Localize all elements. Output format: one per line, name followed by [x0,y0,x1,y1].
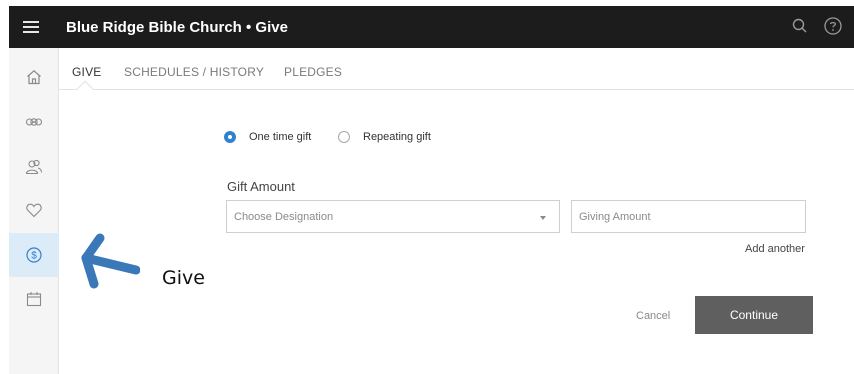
one-time-gift-radio[interactable]: One time gift [224,131,311,143]
tab-give[interactable]: GIVE [72,65,101,79]
cancel-button[interactable]: Cancel [636,310,670,322]
heart-icon [26,203,42,218]
tab-pledges[interactable]: PLEDGES [284,65,342,79]
giving-amount-input[interactable] [571,200,806,233]
sidebar-item-people[interactable] [9,145,59,189]
repeating-gift-label: Repeating gift [363,131,431,143]
tab-schedules-history[interactable]: SCHEDULES / HISTORY [124,65,264,79]
tab-bar: GIVE SCHEDULES / HISTORY PLEDGES [59,48,854,98]
home-icon [27,70,41,85]
designation-select[interactable]: Choose Designation [226,200,560,233]
help-icon[interactable] [823,16,843,36]
repeating-gift-radio[interactable]: Repeating gift [338,131,431,143]
gift-amount-label: Gift Amount [227,179,295,194]
sidebar-item-heart[interactable] [9,188,59,232]
svg-text:$: $ [31,251,37,262]
calendar-icon [26,292,42,307]
active-tab-indicator [76,80,94,98]
radio-checked-icon [224,131,236,143]
page-title: Blue Ridge Bible Church • Give [66,19,288,36]
one-time-gift-label: One time gift [249,131,312,143]
top-bar: Blue Ridge Bible Church • Give [9,6,854,48]
groups-icon [25,118,43,126]
sidebar-item-give[interactable]: $ [9,233,59,277]
sidebar-item-home[interactable] [9,55,59,99]
search-icon[interactable] [790,16,810,36]
annotation-arrow-icon [81,233,140,289]
annotation-label: Give [162,267,205,289]
sidebar-item-groups[interactable] [9,100,59,144]
people-icon [25,159,43,175]
designation-placeholder: Choose Designation [234,211,334,223]
continue-button[interactable]: Continue [695,296,813,334]
hamburger-icon[interactable] [23,21,39,33]
sidebar-item-calendar[interactable] [9,277,59,321]
dollar-icon: $ [26,247,42,263]
radio-unchecked-icon [338,131,350,143]
sidebar: $ [9,48,59,374]
chevron-down-icon [540,216,546,220]
add-another-link[interactable]: Add another [745,243,805,255]
